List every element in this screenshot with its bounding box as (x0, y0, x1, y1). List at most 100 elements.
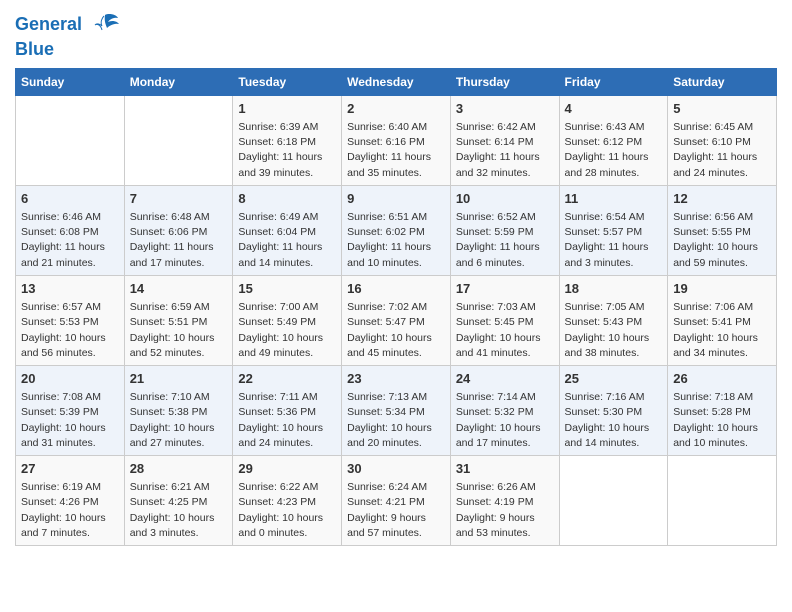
calendar-cell: 4 Sunrise: 6:43 AM Sunset: 6:12 PM Daylig… (559, 95, 668, 185)
day-number: 28 (130, 460, 228, 478)
day-number: 15 (238, 280, 336, 298)
calendar-cell: 17 Sunrise: 7:03 AM Sunset: 5:45 PM Dayli… (450, 275, 559, 365)
week-row-2: 6 Sunrise: 6:46 AM Sunset: 6:08 PM Daylig… (16, 185, 777, 275)
day-header-sunday: Sunday (16, 68, 125, 95)
calendar-cell: 27 Sunrise: 6:19 AM Sunset: 4:26 PM Dayli… (16, 456, 125, 546)
cell-content: Sunrise: 7:14 AM Sunset: 5:32 PM Dayligh… (456, 390, 554, 451)
calendar-cell: 23 Sunrise: 7:13 AM Sunset: 5:34 PM Dayli… (342, 365, 451, 455)
day-number: 24 (456, 370, 554, 388)
calendar-cell: 28Sunrise: 6:21 AM Sunset: 4:25 PM Dayli… (124, 456, 233, 546)
week-row-1: 1 Sunrise: 6:39 AM Sunset: 6:18 PM Daylig… (16, 95, 777, 185)
day-header-saturday: Saturday (668, 68, 777, 95)
cell-content: Sunrise: 7:03 AM Sunset: 5:45 PM Dayligh… (456, 300, 554, 361)
cell-content: Sunrise: 6:42 AM Sunset: 6:14 PM Dayligh… (456, 120, 554, 181)
calendar-cell: 13 Sunrise: 6:57 AM Sunset: 5:53 PM Dayli… (16, 275, 125, 365)
cell-content: Sunrise: 7:05 AM Sunset: 5:43 PM Dayligh… (565, 300, 663, 361)
calendar-cell: 19 Sunrise: 7:06 AM Sunset: 5:41 PM Dayli… (668, 275, 777, 365)
day-header-thursday: Thursday (450, 68, 559, 95)
calendar-cell: 18 Sunrise: 7:05 AM Sunset: 5:43 PM Dayli… (559, 275, 668, 365)
calendar-cell: 12 Sunrise: 6:56 AM Sunset: 5:55 PM Dayli… (668, 185, 777, 275)
day-number: 10 (456, 190, 554, 208)
week-row-4: 20 Sunrise: 7:08 AM Sunset: 5:39 PM Dayli… (16, 365, 777, 455)
cell-content: Sunrise: 6:26 AM Sunset: 4:19 PM Dayligh… (456, 480, 554, 541)
cell-content: Sunrise: 6:49 AM Sunset: 6:04 PM Dayligh… (238, 210, 336, 271)
day-number: 6 (21, 190, 119, 208)
calendar-cell: 11Sunrise: 6:54 AM Sunset: 5:57 PM Dayli… (559, 185, 668, 275)
day-number: 3 (456, 100, 554, 118)
calendar-cell: 10 Sunrise: 6:52 AM Sunset: 5:59 PM Dayli… (450, 185, 559, 275)
day-number: 9 (347, 190, 445, 208)
header: General Blue (15, 10, 777, 60)
day-header-tuesday: Tuesday (233, 68, 342, 95)
cell-content: Sunrise: 7:06 AM Sunset: 5:41 PM Dayligh… (673, 300, 771, 361)
day-number: 2 (347, 100, 445, 118)
week-row-5: 27 Sunrise: 6:19 AM Sunset: 4:26 PM Dayli… (16, 456, 777, 546)
calendar-cell: 8 Sunrise: 6:49 AM Sunset: 6:04 PM Daylig… (233, 185, 342, 275)
logo-bird-icon (90, 10, 120, 40)
page: General Blue SundayMondayTuesdayWednesda… (0, 0, 792, 612)
day-number: 14 (130, 280, 228, 298)
calendar-header: SundayMondayTuesdayWednesdayThursdayFrid… (16, 68, 777, 95)
day-number: 20 (21, 370, 119, 388)
calendar-cell: 29 Sunrise: 6:22 AM Sunset: 4:23 PM Dayli… (233, 456, 342, 546)
calendar-cell: 15Sunrise: 7:00 AM Sunset: 5:49 PM Dayli… (233, 275, 342, 365)
day-number: 19 (673, 280, 771, 298)
day-number: 18 (565, 280, 663, 298)
day-number: 27 (21, 460, 119, 478)
calendar-cell: 16 Sunrise: 7:02 AM Sunset: 5:47 PM Dayli… (342, 275, 451, 365)
cell-content: Sunrise: 7:08 AM Sunset: 5:39 PM Dayligh… (21, 390, 119, 451)
cell-content: Sunrise: 7:13 AM Sunset: 5:34 PM Dayligh… (347, 390, 445, 451)
calendar-cell: 31Sunrise: 6:26 AM Sunset: 4:19 PM Dayli… (450, 456, 559, 546)
cell-content: Sunrise: 6:40 AM Sunset: 6:16 PM Dayligh… (347, 120, 445, 181)
cell-content: Sunrise: 6:39 AM Sunset: 6:18 PM Dayligh… (238, 120, 336, 181)
cell-content: Sunrise: 6:48 AM Sunset: 6:06 PM Dayligh… (130, 210, 228, 271)
day-number: 13 (21, 280, 119, 298)
calendar-cell: 5 Sunrise: 6:45 AM Sunset: 6:10 PM Daylig… (668, 95, 777, 185)
day-number: 16 (347, 280, 445, 298)
cell-content: Sunrise: 6:46 AM Sunset: 6:08 PM Dayligh… (21, 210, 119, 271)
calendar-cell: 6 Sunrise: 6:46 AM Sunset: 6:08 PM Daylig… (16, 185, 125, 275)
calendar: SundayMondayTuesdayWednesdayThursdayFrid… (15, 68, 777, 546)
calendar-cell (16, 95, 125, 185)
day-number: 1 (238, 100, 336, 118)
day-number: 26 (673, 370, 771, 388)
calendar-cell (559, 456, 668, 546)
cell-content: Sunrise: 6:22 AM Sunset: 4:23 PM Dayligh… (238, 480, 336, 541)
day-number: 23 (347, 370, 445, 388)
day-number: 8 (238, 190, 336, 208)
cell-content: Sunrise: 7:02 AM Sunset: 5:47 PM Dayligh… (347, 300, 445, 361)
day-number: 4 (565, 100, 663, 118)
calendar-cell: 2 Sunrise: 6:40 AM Sunset: 6:16 PM Daylig… (342, 95, 451, 185)
logo-blue: Blue (15, 40, 120, 60)
day-number: 21 (130, 370, 228, 388)
cell-content: Sunrise: 6:43 AM Sunset: 6:12 PM Dayligh… (565, 120, 663, 181)
logo-general: General (15, 14, 82, 34)
cell-content: Sunrise: 6:56 AM Sunset: 5:55 PM Dayligh… (673, 210, 771, 271)
day-number: 12 (673, 190, 771, 208)
calendar-cell: 1 Sunrise: 6:39 AM Sunset: 6:18 PM Daylig… (233, 95, 342, 185)
cell-content: Sunrise: 6:45 AM Sunset: 6:10 PM Dayligh… (673, 120, 771, 181)
day-number: 29 (238, 460, 336, 478)
cell-content: Sunrise: 6:57 AM Sunset: 5:53 PM Dayligh… (21, 300, 119, 361)
day-number: 17 (456, 280, 554, 298)
calendar-cell: 20 Sunrise: 7:08 AM Sunset: 5:39 PM Dayli… (16, 365, 125, 455)
calendar-cell: 9 Sunrise: 6:51 AM Sunset: 6:02 PM Daylig… (342, 185, 451, 275)
cell-content: Sunrise: 7:18 AM Sunset: 5:28 PM Dayligh… (673, 390, 771, 451)
cell-content: Sunrise: 6:19 AM Sunset: 4:26 PM Dayligh… (21, 480, 119, 541)
day-number: 7 (130, 190, 228, 208)
calendar-cell (668, 456, 777, 546)
cell-content: Sunrise: 7:10 AM Sunset: 5:38 PM Dayligh… (130, 390, 228, 451)
day-number: 11 (565, 190, 663, 208)
calendar-cell: 24 Sunrise: 7:14 AM Sunset: 5:32 PM Dayli… (450, 365, 559, 455)
day-header-monday: Monday (124, 68, 233, 95)
calendar-cell: 21 Sunrise: 7:10 AM Sunset: 5:38 PM Dayli… (124, 365, 233, 455)
calendar-cell: 25Sunrise: 7:16 AM Sunset: 5:30 PM Dayli… (559, 365, 668, 455)
calendar-cell: 22Sunrise: 7:11 AM Sunset: 5:36 PM Dayli… (233, 365, 342, 455)
cell-content: Sunrise: 6:52 AM Sunset: 5:59 PM Dayligh… (456, 210, 554, 271)
cell-content: Sunrise: 6:51 AM Sunset: 6:02 PM Dayligh… (347, 210, 445, 271)
cell-content: Sunrise: 6:59 AM Sunset: 5:51 PM Dayligh… (130, 300, 228, 361)
week-row-3: 13 Sunrise: 6:57 AM Sunset: 5:53 PM Dayli… (16, 275, 777, 365)
calendar-body: 1 Sunrise: 6:39 AM Sunset: 6:18 PM Daylig… (16, 95, 777, 545)
day-number: 5 (673, 100, 771, 118)
calendar-cell: 7 Sunrise: 6:48 AM Sunset: 6:06 PM Daylig… (124, 185, 233, 275)
